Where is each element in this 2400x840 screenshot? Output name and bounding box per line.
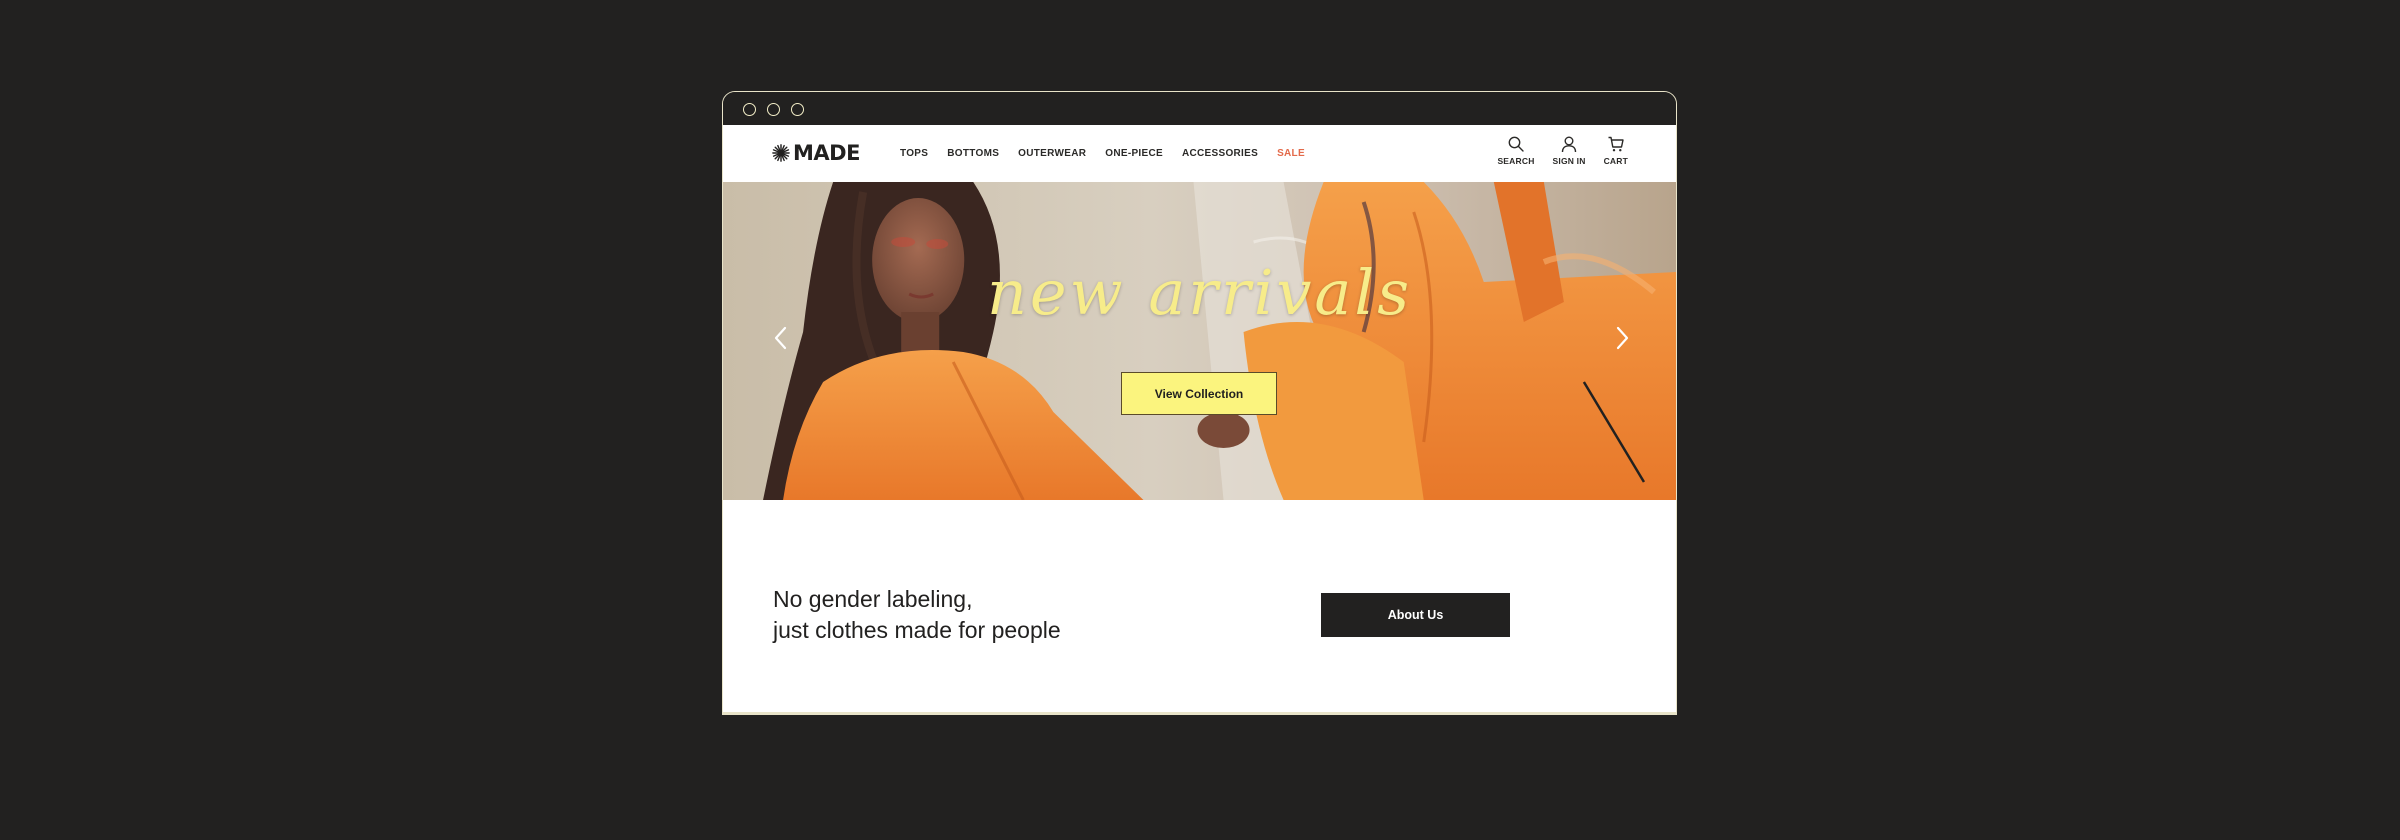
nav-item-outerwear[interactable]: OUTERWEAR: [1018, 148, 1086, 159]
hero-title: new arrivals: [986, 256, 1413, 329]
window-titlebar: [723, 92, 1676, 125]
hero-banner: new arrivals View Collection: [723, 182, 1676, 500]
hero-photo: [723, 182, 1676, 500]
sign-in-label: SIGN IN: [1552, 156, 1586, 166]
window-close-dot[interactable]: [743, 103, 756, 116]
nav-item-sale[interactable]: SALE: [1277, 148, 1305, 159]
window-minimize-dot[interactable]: [767, 103, 780, 116]
asterisk-star-icon: [772, 144, 790, 162]
nav-item-bottoms[interactable]: BOTTOMS: [947, 148, 999, 159]
site-header: MADE TOPS BOTTOMS OUTERWEAR ONE-PIECE AC…: [723, 125, 1676, 182]
chevron-left-icon[interactable]: [769, 322, 793, 354]
search-button[interactable]: SEARCH: [1497, 135, 1534, 166]
main-nav: TOPS BOTTOMS OUTERWEAR ONE-PIECE ACCESSO…: [900, 125, 1324, 182]
brand-logo[interactable]: MADE: [772, 141, 860, 165]
brand-name: MADE: [793, 141, 860, 165]
browser-window: MADE TOPS BOTTOMS OUTERWEAR ONE-PIECE AC…: [722, 91, 1677, 715]
window-maximize-dot[interactable]: [791, 103, 804, 116]
header-utilities: SEARCH SIGN IN CART: [1479, 135, 1628, 166]
user-icon: [1561, 136, 1577, 153]
nav-item-tops[interactable]: TOPS: [900, 148, 928, 159]
chevron-right-icon[interactable]: [1610, 322, 1634, 354]
nav-item-accessories[interactable]: ACCESSORIES: [1182, 148, 1258, 159]
search-icon: [1508, 136, 1524, 152]
about-us-button[interactable]: About Us: [1321, 593, 1510, 637]
cart-button[interactable]: CART: [1604, 135, 1628, 166]
cart-icon: [1608, 136, 1624, 152]
tagline: No gender labeling, just clothes made fo…: [773, 584, 1061, 646]
search-label: SEARCH: [1497, 156, 1535, 166]
cart-label: CART: [1603, 156, 1628, 166]
sign-in-button[interactable]: SIGN IN: [1553, 135, 1586, 166]
web-page: MADE TOPS BOTTOMS OUTERWEAR ONE-PIECE AC…: [723, 125, 1676, 714]
about-section: No gender labeling, just clothes made fo…: [723, 500, 1676, 714]
page-bottom-border: [723, 712, 1676, 714]
tagline-line-1: No gender labeling,: [773, 586, 973, 612]
tagline-line-2: just clothes made for people: [773, 617, 1061, 643]
nav-item-one-piece[interactable]: ONE-PIECE: [1105, 148, 1163, 159]
view-collection-button[interactable]: View Collection: [1121, 372, 1277, 415]
